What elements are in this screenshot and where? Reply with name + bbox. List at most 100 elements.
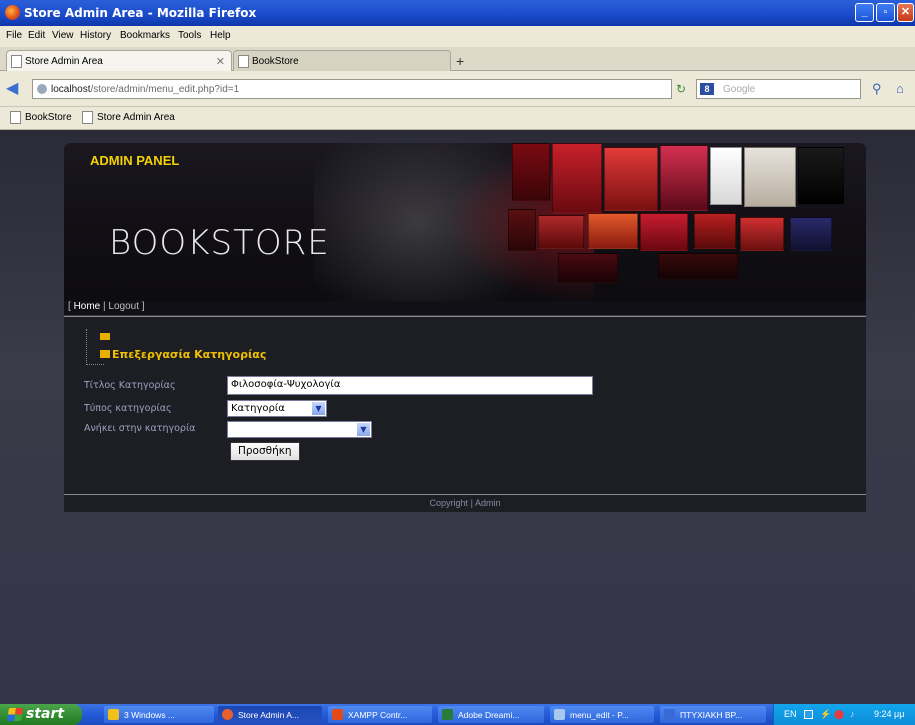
- footer-separator: |: [470, 498, 473, 508]
- search-icon[interactable]: ⚲: [872, 81, 882, 97]
- menu-view[interactable]: View: [52, 30, 74, 41]
- close-tab-icon[interactable]: ✕: [216, 55, 225, 68]
- page-icon: [82, 111, 93, 124]
- section-title: Επεξεργασία Κατηγορίας: [112, 348, 267, 361]
- folder-open-icon: [100, 350, 110, 358]
- bookmark-store-admin[interactable]: Store Admin Area: [80, 111, 175, 124]
- taskbar-item-windows-group[interactable]: 3 Windows ...: [104, 706, 214, 723]
- home-icon[interactable]: ⌂: [896, 81, 904, 96]
- menu-help[interactable]: Help: [210, 30, 231, 41]
- firefox-icon: [222, 709, 233, 720]
- tab-bar: Store Admin Area ✕ BookStore +: [0, 47, 915, 71]
- window-title: Store Admin Area - Mozilla Firefox: [24, 6, 257, 20]
- language-indicator[interactable]: EN: [784, 709, 797, 719]
- folder-icon: [108, 709, 119, 720]
- page-icon: [11, 55, 22, 68]
- menu-bookmarks[interactable]: Bookmarks: [120, 30, 170, 41]
- book-covers-image: [508, 143, 858, 293]
- taskbar-label: menu_edit - P...: [570, 710, 629, 720]
- taskbar-item-notepad[interactable]: menu_edit - P...: [550, 706, 654, 723]
- category-type-label: Τύπος κατηγορίας: [84, 403, 172, 414]
- chevron-down-icon: ▼: [312, 402, 325, 415]
- reload-icon[interactable]: ↻: [676, 82, 686, 96]
- start-button[interactable]: start: [0, 704, 82, 725]
- tab-store-admin[interactable]: Store Admin Area ✕: [6, 50, 232, 71]
- windows-taskbar: start 3 Windows ... Store Admin A... XAM…: [0, 704, 915, 725]
- maximize-button[interactable]: ▫: [876, 3, 895, 22]
- taskbar-item-dreamweaver[interactable]: Adobe Dreami...: [438, 706, 544, 723]
- nav-separator: |: [103, 301, 106, 312]
- close-button[interactable]: ✕: [897, 3, 914, 22]
- chevron-down-icon: ▼: [357, 423, 370, 436]
- taskbar-label: Store Admin A...: [238, 710, 299, 720]
- parent-category-label: Ανήκει στην κατηγορία: [84, 423, 196, 434]
- add-button[interactable]: Προσθήκη: [230, 442, 300, 461]
- notepad-icon: [554, 709, 565, 720]
- search-engine-icon[interactable]: 8: [700, 83, 714, 95]
- title-bar: Store Admin Area - Mozilla Firefox _ ▫ ✕: [0, 0, 915, 26]
- tab-label: BookStore: [252, 56, 299, 67]
- network-icon[interactable]: [804, 710, 813, 719]
- taskbar-item-thesis[interactable]: ΠΤΥΧΙΑΚΗ ΒΡ...: [660, 706, 766, 723]
- tab-bookstore[interactable]: BookStore: [233, 50, 451, 71]
- back-arrow-icon[interactable]: ◀: [6, 80, 26, 98]
- taskbar-label: ΠΤΥΧΙΑΚΗ ΒΡ...: [680, 710, 743, 720]
- notification-icon[interactable]: ⚡: [820, 709, 831, 720]
- parent-category-select[interactable]: ▼: [227, 421, 372, 438]
- bookmark-label: BookStore: [25, 112, 72, 123]
- new-tab-icon[interactable]: +: [456, 53, 464, 69]
- firefox-icon: [5, 5, 20, 20]
- volume-icon[interactable]: ♪: [850, 709, 855, 719]
- navigation-bar: ◀ localhost/store/admin/menu_edit.php?id…: [0, 71, 915, 107]
- category-type-value: Κατηγορία: [231, 403, 285, 414]
- url-host: localhost: [51, 84, 91, 95]
- tab-label: Store Admin Area: [25, 56, 103, 67]
- menu-history[interactable]: History: [80, 30, 111, 41]
- page-icon: [10, 111, 21, 124]
- start-label: start: [26, 706, 65, 722]
- site-header: ADMIN PANEL BOOKSTORE: [64, 143, 866, 301]
- site-nav: [ Home | Logout ]: [64, 301, 866, 315]
- admin-panel-heading: ADMIN PANEL: [90, 153, 180, 168]
- search-input[interactable]: 8 Google: [696, 79, 861, 99]
- clock: 9:24 μμ: [874, 709, 905, 719]
- url-bar[interactable]: localhost/store/admin/menu_edit.php?id=1: [32, 79, 672, 99]
- page-icon: [238, 55, 249, 68]
- site-identity-icon: [37, 84, 47, 94]
- site-logo-text: BOOKSTORE: [109, 223, 330, 263]
- taskbar-label: Adobe Dreami...: [458, 710, 520, 720]
- category-type-select[interactable]: Κατηγορία ▼: [227, 400, 327, 417]
- search-placeholder: Google: [723, 84, 756, 95]
- footer-admin-link[interactable]: Admin: [475, 498, 501, 508]
- menu-tools[interactable]: Tools: [178, 30, 201, 41]
- firefox-window: Store Admin Area - Mozilla Firefox _ ▫ ✕…: [0, 0, 915, 725]
- site-footer: Copyright | Admin: [64, 495, 866, 512]
- bookmarks-bar: BookStore Store Admin Area: [0, 107, 915, 130]
- bookmark-label: Store Admin Area: [97, 112, 175, 123]
- taskbar-label: XAMPP Contr...: [348, 710, 408, 720]
- nav-bracket: ]: [141, 301, 145, 312]
- taskbar-item-xampp[interactable]: XAMPP Contr...: [328, 706, 432, 723]
- folder-icon: [100, 333, 110, 340]
- category-title-input[interactable]: Φιλοσοφία-Ψυχολογία: [227, 376, 593, 395]
- nav-home-link[interactable]: Home: [74, 301, 101, 312]
- nav-logout-link[interactable]: Logout: [108, 301, 139, 312]
- category-title-label: Τίτλος Κατηγορίας: [84, 380, 176, 391]
- bookmark-bookstore[interactable]: BookStore: [8, 111, 72, 124]
- page-viewport: ADMIN PANEL BOOKSTORE [Home | Logout] …: [0, 131, 915, 704]
- nav-bracket: [: [68, 301, 71, 312]
- menu-edit[interactable]: Edit: [28, 30, 45, 41]
- footer-copyright: Copyright: [429, 498, 469, 508]
- xampp-icon: [332, 709, 343, 720]
- menu-bar: File Edit View History Bookmarks Tools H…: [0, 26, 915, 47]
- security-icon[interactable]: ⬤: [834, 709, 844, 720]
- url-path: /store/admin/menu_edit.php?id=1: [90, 84, 240, 95]
- edit-category-panel: Επεξεργασία Κατηγορίας Τίτλος Κατηγορίας…: [64, 317, 866, 494]
- system-tray: EN ⚡ ⬤ ♪ 9:24 μμ: [773, 704, 915, 725]
- menu-file[interactable]: File: [6, 30, 22, 41]
- taskbar-label: 3 Windows ...: [124, 710, 176, 720]
- word-icon: [664, 709, 675, 720]
- dreamweaver-icon: [442, 709, 453, 720]
- minimize-button[interactable]: _: [855, 3, 874, 22]
- taskbar-item-firefox[interactable]: Store Admin A...: [218, 706, 322, 723]
